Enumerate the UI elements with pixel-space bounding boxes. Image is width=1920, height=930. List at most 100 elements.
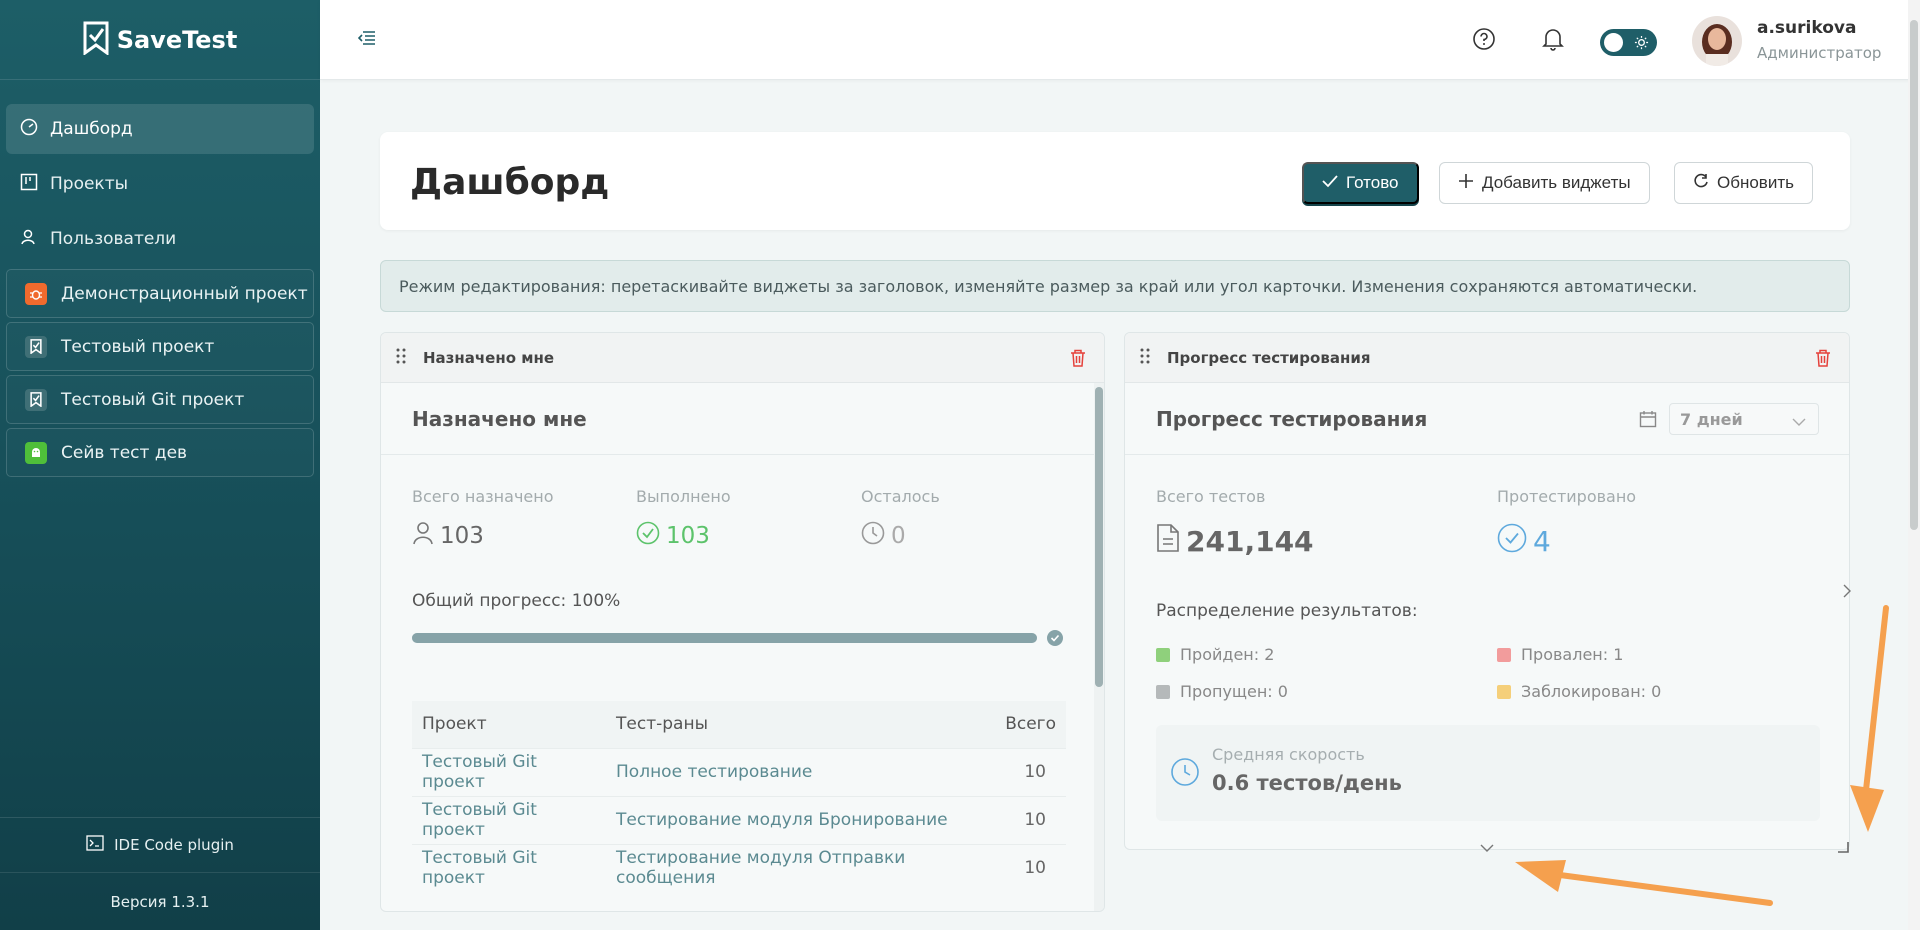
bell-icon[interactable]: [1542, 27, 1564, 55]
column-header[interactable]: Всего: [995, 701, 1066, 748]
widget-scrollbar[interactable]: [1094, 383, 1104, 911]
legend-label: Заблокирован: 0: [1521, 682, 1662, 701]
check-circle-icon: [1497, 523, 1527, 560]
theme-toggle[interactable]: [1600, 29, 1657, 56]
menu-collapse-icon[interactable]: [357, 30, 376, 50]
page-title: Дашборд: [410, 162, 610, 203]
app-name: SaveTest: [116, 25, 238, 54]
user-name[interactable]: a.surikova: [1757, 18, 1856, 38]
column-header[interactable]: Тест-раны: [606, 701, 996, 748]
done-button[interactable]: Готово: [1302, 162, 1419, 204]
project-link[interactable]: Тестовый Git проект: [412, 795, 607, 844]
done-button-label: Готово: [1346, 173, 1399, 192]
nav-label: Дашборд: [50, 119, 133, 139]
table-row[interactable]: Тестовый Git проект Полное тестирование …: [412, 747, 1066, 796]
column-header[interactable]: Проект: [412, 701, 607, 748]
page-scrollbar[interactable]: [1908, 0, 1920, 930]
widget-header-title: Прогресс тестирования: [1167, 348, 1371, 367]
annotation-arrow-right: [1850, 605, 1889, 832]
widget-drag-header[interactable]: Прогресс тестирования: [1125, 333, 1849, 383]
drag-handle-icon[interactable]: [1139, 347, 1151, 369]
refresh-icon: [1693, 173, 1709, 194]
sun-icon: [1634, 35, 1649, 54]
stat-total-value: 103: [440, 523, 484, 549]
total-cell: 10: [995, 843, 1066, 892]
period-value: 7 дней: [1680, 409, 1743, 429]
stat-tested: 4: [1497, 523, 1551, 560]
distribution-title: Распределение результатов:: [1156, 601, 1418, 621]
legend-label: Провален: 1: [1521, 645, 1624, 664]
legend-passed: Пройден: 2: [1156, 645, 1274, 664]
stat-total-label: Всего назначено: [412, 487, 554, 506]
terminal-icon: [86, 835, 104, 855]
project-label: Демонстрационный проект: [61, 283, 308, 304]
project-label: Тестовый Git проект: [61, 389, 245, 410]
table-row[interactable]: Тестовый Git проект Тестирование модуля …: [412, 843, 1066, 892]
stat-total: 103: [412, 521, 484, 551]
project-item-dev[interactable]: Сейв тест дев: [6, 428, 314, 477]
board-icon: [20, 173, 38, 196]
legend-blocked: Заблокирован: 0: [1497, 682, 1661, 701]
trash-icon[interactable]: [1070, 349, 1086, 371]
annotation-arrow-bottom: [1515, 860, 1773, 906]
main-nav: Дашборд Проекты Пользователи Демонстраци…: [0, 80, 320, 477]
document-icon: [1156, 523, 1180, 560]
refresh-button[interactable]: Обновить: [1674, 162, 1813, 204]
sidebar: SaveTest Дашборд Проекты Пользователи Де…: [0, 0, 320, 930]
widget-drag-header[interactable]: Назначено мне: [381, 333, 1104, 383]
savetest-logo-icon: [83, 21, 109, 59]
period-select[interactable]: 7 дней: [1669, 403, 1819, 435]
app-logo[interactable]: SaveTest: [0, 0, 320, 80]
progress-label: Общий прогресс: 100%: [412, 591, 621, 611]
resize-bottom-handle-icon[interactable]: [1480, 838, 1494, 857]
project-link[interactable]: Тестовый Git проект: [412, 843, 607, 892]
legend-swatch: [1497, 684, 1511, 699]
testrun-link[interactable]: Тестирование модуля Бронирование: [606, 795, 996, 844]
stat-left-label: Осталось: [861, 487, 940, 506]
trash-icon[interactable]: [1815, 349, 1831, 371]
ide-plugin-link[interactable]: IDE Code plugin: [0, 817, 320, 872]
nav-item-users[interactable]: Пользователи: [6, 214, 314, 264]
help-icon[interactable]: [1472, 27, 1496, 55]
savetest-icon: [25, 335, 47, 358]
stat-done-label: Выполнено: [636, 487, 731, 506]
avatar[interactable]: [1692, 16, 1742, 66]
add-widgets-button[interactable]: Добавить виджеты: [1439, 162, 1650, 204]
testrun-link[interactable]: Тестирование модуля Отправки сообщения: [606, 843, 996, 892]
table-row[interactable]: Тестовый Git проект Тестирование модуля …: [412, 795, 1066, 844]
nav-item-projects[interactable]: Проекты: [6, 159, 314, 209]
speed-value: 0.6 тестов/день: [1212, 771, 1402, 795]
project-item-git[interactable]: Тестовый Git проект: [6, 375, 314, 424]
project-item-demo[interactable]: Демонстрационный проект: [6, 269, 314, 318]
widget-title-bar: Прогресс тестирования 7 дней: [1125, 383, 1849, 455]
stat-left: 0: [861, 521, 906, 551]
resize-corner-handle-icon[interactable]: [1837, 838, 1849, 857]
stat-total-tests-label: Всего тестов: [1156, 487, 1266, 506]
stat-tested-label: Протестировано: [1497, 487, 1637, 506]
nav-item-dashboard[interactable]: Дашборд: [6, 104, 314, 154]
widget-title: Назначено мне: [381, 383, 1104, 455]
drag-handle-icon[interactable]: [395, 347, 407, 369]
stat-done: 103: [636, 521, 710, 551]
plugin-label: IDE Code plugin: [114, 836, 234, 854]
project-link[interactable]: Тестовый Git проект: [412, 747, 607, 796]
widget-scrollbar-thumb[interactable]: [1095, 387, 1103, 687]
legend-failed: Провален: 1: [1497, 645, 1623, 664]
widget-assigned: Назначено мне Назначено мне Всего назнач…: [380, 332, 1105, 912]
legend-label: Пройден: 2: [1180, 645, 1275, 664]
project-item-test[interactable]: Тестовый проект: [6, 322, 314, 371]
stat-total-tests: 241,144: [1156, 523, 1314, 560]
legend-swatch: [1156, 647, 1170, 662]
calendar-icon: [1639, 409, 1657, 433]
top-header: a.surikova Администратор: [320, 0, 1920, 80]
page-scrollbar-thumb[interactable]: [1910, 20, 1918, 530]
add-widgets-label: Добавить виджеты: [1482, 173, 1631, 192]
nav-label: Проекты: [50, 174, 129, 194]
legend-label: Пропущен: 0: [1180, 682, 1288, 701]
assigned-table: Проект Тест-раны Всего Тестовый Git прое…: [412, 701, 1066, 892]
testrun-link[interactable]: Полное тестирование: [606, 747, 996, 796]
stat-left-value: 0: [891, 523, 906, 549]
clock-icon: [1170, 757, 1200, 791]
edit-mode-banner: Режим редактирования: перетаскивайте вид…: [380, 260, 1850, 312]
chevron-right-icon[interactable]: [1842, 583, 1852, 602]
